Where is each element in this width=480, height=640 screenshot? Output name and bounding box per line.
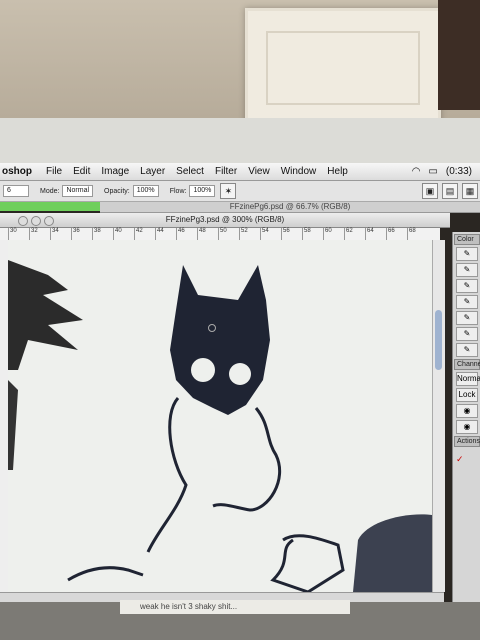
ruler-tick: 64: [365, 228, 386, 240]
palette-well-icon[interactable]: ▣: [422, 183, 438, 199]
eye-icon[interactable]: ◉: [456, 404, 478, 418]
airbrush-icon[interactable]: ✶: [220, 183, 237, 199]
door-panel: [266, 31, 420, 105]
hand-outline: [270, 534, 345, 592]
brush-icon[interactable]: ✎: [456, 295, 478, 309]
ruler-tick: 58: [302, 228, 323, 240]
ruler-tick: 62: [344, 228, 365, 240]
battery-icon[interactable]: ▭: [428, 166, 437, 177]
menu-image[interactable]: Image: [101, 166, 129, 177]
ruler-tick: 50: [218, 228, 239, 240]
bridge-icon[interactable]: ▦: [462, 183, 478, 199]
ruler-tick: 68: [407, 228, 428, 240]
flow-field[interactable]: 100%: [189, 185, 216, 197]
menu-window[interactable]: Window: [281, 166, 317, 177]
ruler-tick: 40: [113, 228, 134, 240]
brush-icon[interactable]: ✎: [456, 279, 478, 293]
brush-size-field[interactable]: 6: [3, 185, 29, 197]
drawing-canvas[interactable]: [8, 240, 432, 592]
app-menu[interactable]: oshop: [2, 166, 32, 177]
zoom-icon[interactable]: [44, 216, 54, 226]
palette-well: [0, 202, 100, 211]
menu-select[interactable]: Select: [176, 166, 204, 177]
ruler-tick: 46: [176, 228, 197, 240]
battery-time: (0:33): [445, 166, 472, 177]
menu-edit[interactable]: Edit: [73, 166, 90, 177]
opacity-field[interactable]: 100%: [132, 185, 159, 197]
menu-bar: oshop File Edit Image Layer Select Filte…: [0, 163, 480, 181]
ruler-tick: 34: [50, 228, 71, 240]
hair-shape: [8, 260, 83, 370]
actions-palette-tab[interactable]: Actions: [454, 436, 480, 447]
brush-icon[interactable]: ✎: [456, 327, 478, 341]
menu-file[interactable]: File: [46, 166, 62, 177]
scroll-thumb[interactable]: [435, 310, 442, 370]
arm-shadow: [353, 514, 432, 592]
brush-icon[interactable]: ✎: [456, 311, 478, 325]
artwork: [8, 260, 432, 592]
opacity-label: Opacity:: [104, 187, 130, 195]
body-outline-left: [146, 397, 188, 553]
left-eye: [191, 358, 215, 382]
menu-filter[interactable]: Filter: [215, 166, 237, 177]
document-title: FFzinePg3.psd @ 300% (RGB/8): [165, 215, 285, 224]
paper-note: weak he isn't 3 shaky shit...: [120, 600, 350, 614]
flow-label: Flow:: [169, 187, 187, 195]
ruler-tick: 36: [71, 228, 92, 240]
check-icon[interactable]: ✓: [456, 454, 464, 464]
wifi-icon[interactable]: ◠: [412, 166, 421, 177]
blend-mode-select[interactable]: Normal: [456, 372, 480, 386]
ruler-tick: 44: [155, 228, 176, 240]
document-title-bar[interactable]: FFzinePg3.psd @ 300% (RGB/8): [0, 213, 450, 228]
eye-icon[interactable]: ◉: [456, 420, 478, 434]
menu-layer[interactable]: Layer: [140, 166, 165, 177]
ruler-tick: 38: [92, 228, 113, 240]
monitor-bezel: [0, 118, 480, 164]
color-palette-tab[interactable]: Color: [454, 234, 480, 245]
mask-silhouette: [170, 265, 270, 415]
brush-icon[interactable]: ✎: [456, 263, 478, 277]
options-bar: 6 Mode: Normal Opacity: 100% Flow: 100% …: [0, 181, 480, 202]
door: [245, 8, 441, 126]
brush-icon[interactable]: ✎: [456, 343, 478, 357]
mode-label: Mode:: [40, 187, 60, 195]
ruler-tick: 48: [197, 228, 218, 240]
background-document-title[interactable]: FFzinePg6.psd @ 66.7% (RGB/8): [100, 202, 480, 213]
ruler-tick: 32: [29, 228, 50, 240]
ruler-tick: 66: [386, 228, 407, 240]
menu-view[interactable]: View: [248, 166, 270, 177]
mode-select[interactable]: Normal: [62, 185, 94, 197]
background-room: [0, 0, 480, 130]
ruler-tick: 42: [134, 228, 155, 240]
ruler-tick: 30: [8, 228, 29, 240]
document-icon[interactable]: ▤: [442, 183, 458, 199]
lock-label: Lock: [456, 388, 478, 402]
brush-icon[interactable]: ✎: [456, 247, 478, 261]
minimize-icon[interactable]: [31, 216, 41, 226]
ruler-tick: 54: [260, 228, 281, 240]
ruler-tick: 56: [281, 228, 302, 240]
vertical-scrollbar[interactable]: [432, 240, 445, 592]
right-eye: [229, 363, 251, 385]
channels-palette-tab[interactable]: Channel: [454, 359, 480, 370]
menu-help[interactable]: Help: [327, 166, 348, 177]
right-palette: Color ✎ ✎ ✎ ✎ ✎ ✎ ✎ Channel Normal Lock …: [452, 232, 480, 602]
face-edge: [8, 380, 18, 470]
picture-frame: [438, 0, 480, 110]
ruler-tick: 60: [323, 228, 344, 240]
body-outline-right: [212, 407, 282, 512]
ruler-tick: 52: [239, 228, 260, 240]
lower-hand-outline: [67, 566, 144, 582]
close-icon[interactable]: [18, 216, 28, 226]
